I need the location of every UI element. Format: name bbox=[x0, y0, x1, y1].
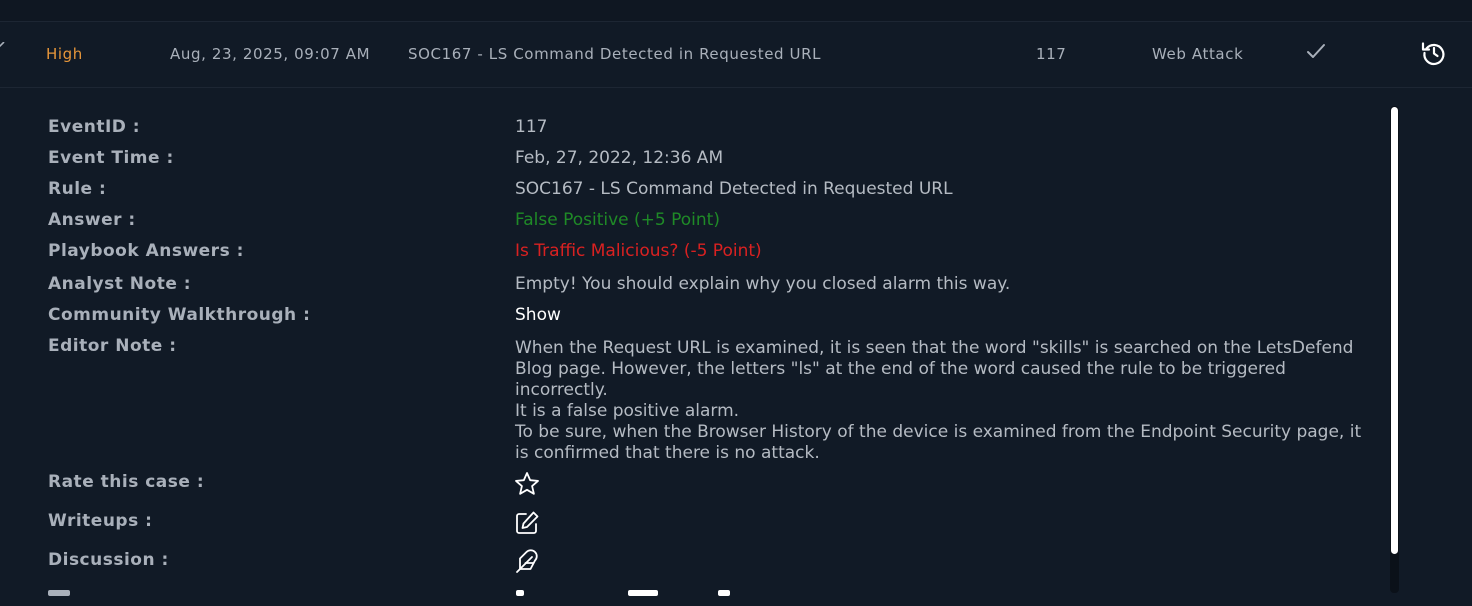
feather-icon[interactable] bbox=[514, 549, 540, 579]
analyst-note-value: Empty! You should explain why you closed… bbox=[515, 274, 1011, 294]
revert-icon[interactable] bbox=[1420, 39, 1448, 71]
cut-off-icon bbox=[628, 590, 658, 596]
check-icon bbox=[1305, 41, 1327, 65]
answer-value: False Positive (+5 Point) bbox=[515, 210, 720, 230]
event-id-label: EventID : bbox=[48, 117, 141, 137]
star-icon[interactable] bbox=[514, 471, 540, 501]
edit-icon[interactable] bbox=[514, 510, 540, 540]
community-walkthrough-label: Community Walkthrough : bbox=[48, 305, 311, 325]
alert-row[interactable]: High Aug, 23, 2025, 09:07 AM SOC167 - LS… bbox=[0, 22, 1472, 88]
event-time-value: Feb, 27, 2022, 12:36 AM bbox=[515, 148, 724, 168]
cut-off-icon bbox=[718, 590, 730, 596]
top-strip bbox=[0, 0, 1472, 22]
writeups-label: Writeups : bbox=[48, 511, 153, 531]
community-walkthrough-show-link[interactable]: Show bbox=[515, 305, 561, 325]
answer-label: Answer : bbox=[48, 210, 136, 230]
event-id-value: 117 bbox=[515, 117, 548, 137]
cut-off-label bbox=[48, 590, 70, 596]
alert-rule: SOC167 - LS Command Detected in Requeste… bbox=[408, 45, 822, 63]
editor-note-text: When the Request URL is examined, it is … bbox=[515, 338, 1375, 464]
cut-off-row bbox=[0, 588, 1472, 606]
alert-details: EventID : 117 Event Time : Feb, 27, 2022… bbox=[0, 88, 1472, 606]
editor-note-label: Editor Note : bbox=[48, 336, 177, 356]
scrollbar-thumb[interactable] bbox=[1391, 107, 1398, 554]
severity-label: High bbox=[46, 45, 83, 63]
editor-note-line: To be sure, when the Browser History of … bbox=[515, 422, 1362, 463]
alert-type: Web Attack bbox=[1152, 45, 1244, 63]
editor-note-line: When the Request URL is examined, it is … bbox=[515, 338, 1354, 400]
discussion-label: Discussion : bbox=[48, 550, 169, 570]
chevron-up-icon[interactable] bbox=[0, 41, 8, 60]
editor-note-line: It is a false positive alarm. bbox=[515, 401, 740, 421]
alert-event-id: 117 bbox=[1036, 45, 1067, 63]
event-time-label: Event Time : bbox=[48, 148, 174, 168]
playbook-answers-value: Is Traffic Malicious? (-5 Point) bbox=[515, 241, 762, 261]
rule-label: Rule : bbox=[48, 179, 107, 199]
cut-off-icon bbox=[516, 590, 524, 596]
rate-case-label: Rate this case : bbox=[48, 472, 205, 492]
playbook-answers-label: Playbook Answers : bbox=[48, 241, 244, 261]
analyst-note-label: Analyst Note : bbox=[48, 274, 192, 294]
alert-time: Aug, 23, 2025, 09:07 AM bbox=[170, 45, 371, 63]
rule-value: SOC167 - LS Command Detected in Requeste… bbox=[515, 179, 953, 199]
